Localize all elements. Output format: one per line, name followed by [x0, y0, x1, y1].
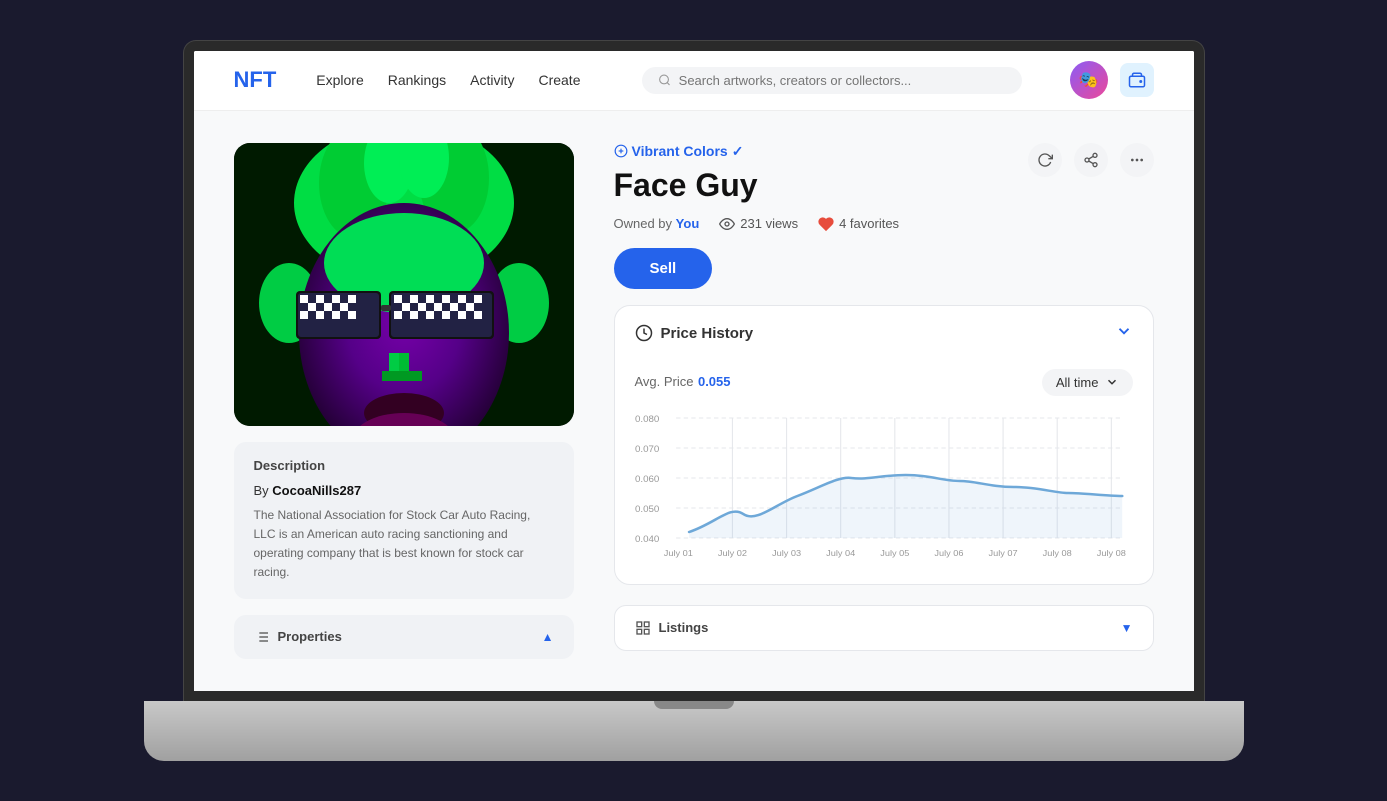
wallet-icon[interactable]	[1120, 63, 1154, 97]
svg-text:0.040: 0.040	[635, 534, 659, 544]
nav-explore[interactable]: Explore	[316, 72, 363, 88]
main-content: Description By CocoaNills287 The Nationa…	[194, 111, 1194, 691]
svg-text:July 08: July 08	[1042, 548, 1071, 558]
nav-actions: 🎭	[1070, 61, 1154, 99]
svg-text:July 07: July 07	[988, 548, 1017, 558]
verified-badge: ✓	[732, 143, 744, 160]
left-column: Description By CocoaNills287 The Nationa…	[234, 143, 574, 659]
favorites-count: 4 favorites	[839, 216, 899, 231]
properties-icon	[254, 629, 270, 645]
chevron-down-icon	[1115, 322, 1133, 340]
collection-name[interactable]: Vibrant Colors ✓	[614, 143, 900, 160]
views-stat: 231 views	[719, 216, 798, 232]
listings-chevron: ▼	[1121, 621, 1133, 635]
svg-text:July 05: July 05	[880, 548, 909, 558]
favorites-stat: 4 favorites	[818, 216, 899, 232]
avg-price-row: Avg. Price 0.055 All time	[635, 369, 1133, 396]
views-count: 231 views	[740, 216, 798, 231]
nft-meta: Owned by You 231 views	[614, 216, 900, 232]
nav-activity[interactable]: Activity	[470, 72, 514, 88]
author-name[interactable]: CocoaNills287	[272, 483, 361, 498]
description-text: The National Association for Stock Car A…	[254, 506, 554, 583]
chart-area: 0.080 0.070 0.060 0.050	[635, 408, 1133, 568]
price-history-card: Price History Avg. Price	[614, 305, 1154, 585]
svg-text:0.070: 0.070	[635, 444, 659, 454]
avg-label: Avg. Price	[635, 374, 694, 389]
refresh-button[interactable]	[1028, 143, 1062, 177]
properties-chevron: ▲	[542, 630, 554, 644]
nav-rankings[interactable]: Rankings	[388, 72, 446, 88]
price-history-header[interactable]: Price History	[615, 306, 1153, 361]
owned-label: Owned by You	[614, 216, 700, 231]
search-icon	[658, 73, 671, 87]
share-icon	[1083, 152, 1099, 168]
description-title: Description	[254, 458, 554, 473]
properties-section[interactable]: Properties ▲	[234, 615, 574, 659]
price-history-icon	[635, 324, 653, 342]
nft-image	[234, 143, 574, 426]
nav-links: Explore Rankings Activity Create	[316, 72, 580, 88]
nav-logo[interactable]: NFT	[234, 67, 277, 93]
svg-text:0.060: 0.060	[635, 474, 659, 484]
listings-section[interactable]: Listings ▼	[614, 605, 1154, 651]
header-actions	[1028, 143, 1154, 177]
price-chart: 0.080 0.070 0.060 0.050	[635, 408, 1133, 568]
refresh-icon	[1037, 152, 1053, 168]
chart-container: Avg. Price 0.055 All time	[615, 361, 1153, 584]
svg-text:0.080: 0.080	[635, 414, 659, 424]
more-icon	[1129, 152, 1145, 168]
properties-label: Properties	[278, 629, 342, 644]
nft-artwork	[234, 143, 574, 426]
dollar-icon	[614, 144, 628, 158]
navbar: NFT Explore Rankings Activity Create 🎭	[194, 51, 1194, 111]
heart-icon	[818, 216, 834, 232]
eye-icon	[719, 216, 735, 232]
owner-link[interactable]: You	[676, 216, 700, 231]
listings-icon	[635, 620, 651, 636]
nav-create[interactable]: Create	[538, 72, 580, 88]
svg-text:July 01: July 01	[663, 548, 692, 558]
avatar[interactable]: 🎭	[1070, 61, 1108, 99]
share-button[interactable]	[1074, 143, 1108, 177]
svg-text:July 03: July 03	[772, 548, 801, 558]
dropdown-chevron-icon	[1105, 375, 1119, 389]
search-bar[interactable]	[642, 67, 1022, 94]
by-label: By	[254, 483, 269, 498]
search-input[interactable]	[679, 73, 1006, 88]
svg-text:July 04: July 04	[826, 548, 855, 558]
price-history-title: Price History	[661, 325, 754, 342]
svg-text:July 08: July 08	[1096, 548, 1125, 558]
nft-header: Vibrant Colors ✓ Face Guy Owned by You	[614, 143, 1154, 232]
svg-text:July 06: July 06	[934, 548, 963, 558]
description-author: By CocoaNills287	[254, 483, 554, 498]
sell-button[interactable]: Sell	[614, 248, 713, 289]
svg-text:0.050: 0.050	[635, 504, 659, 514]
nft-title: Face Guy	[614, 166, 900, 204]
svg-text:July 02: July 02	[717, 548, 746, 558]
description-card: Description By CocoaNills287 The Nationa…	[234, 442, 574, 599]
right-column: Vibrant Colors ✓ Face Guy Owned by You	[614, 143, 1154, 659]
time-filter-dropdown[interactable]: All time	[1042, 369, 1133, 396]
avg-value: 0.055	[698, 374, 731, 389]
more-button[interactable]	[1120, 143, 1154, 177]
listings-label: Listings	[659, 620, 709, 635]
